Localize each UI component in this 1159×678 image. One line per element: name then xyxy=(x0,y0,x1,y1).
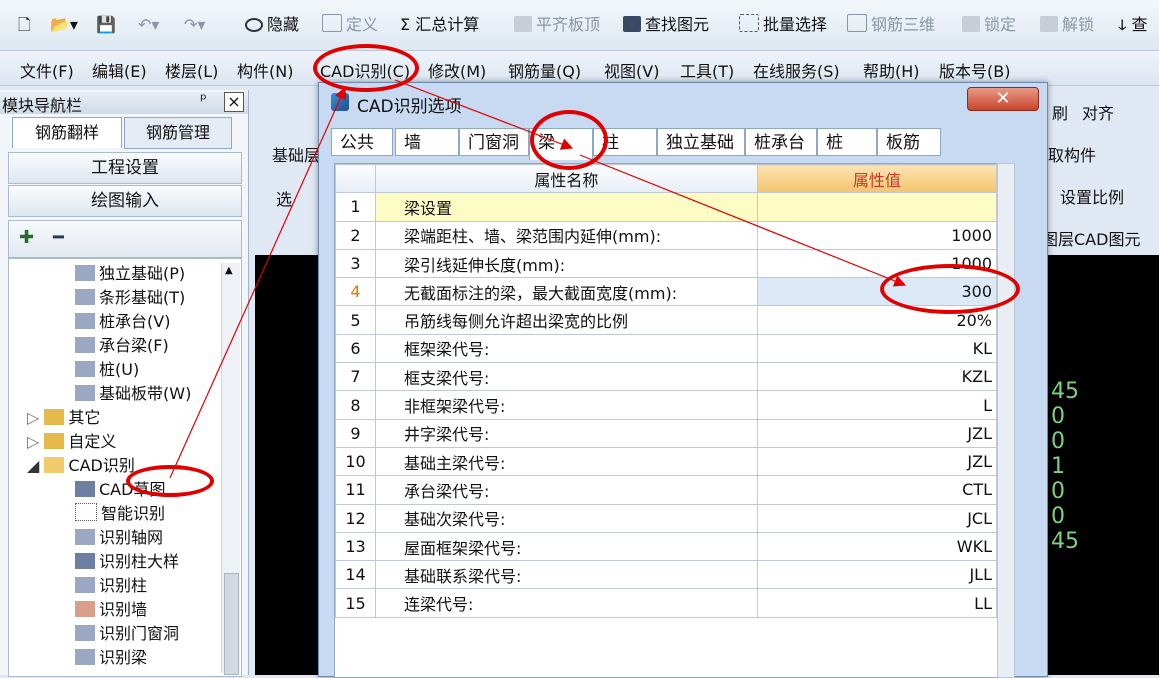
arrow-to-value xyxy=(579,154,907,287)
arrow-to-menu xyxy=(169,86,347,479)
arrow-to-beam-tab xyxy=(394,79,574,150)
annotation-arrows xyxy=(169,79,907,479)
